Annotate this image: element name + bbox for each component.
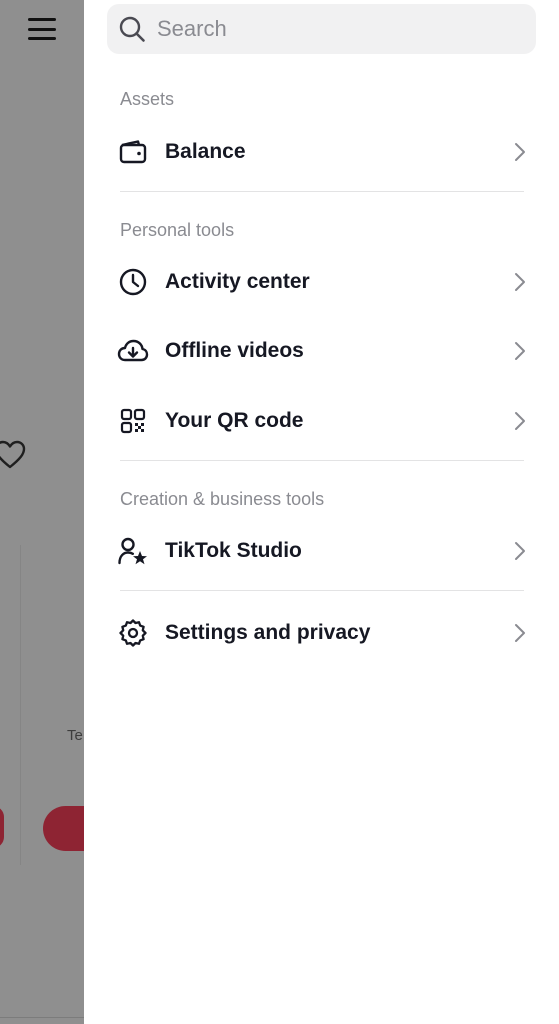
clock-icon — [116, 265, 150, 299]
wallet-icon — [116, 135, 150, 169]
follow-button-partial-right — [43, 806, 84, 851]
chevron-right-icon — [515, 412, 525, 430]
search-bar[interactable]: Search — [107, 4, 536, 54]
chevron-right-icon — [515, 624, 525, 642]
divider — [120, 590, 524, 591]
chevron-right-icon — [515, 273, 525, 291]
menu-item-label: Your QR code — [165, 409, 304, 432]
menu-item-label: TikTok Studio — [165, 539, 302, 562]
chevron-right-icon — [515, 342, 525, 360]
search-icon — [119, 16, 145, 42]
menu-item-balance[interactable]: Balance — [116, 127, 528, 177]
menu-item-label: Settings and privacy — [165, 621, 371, 644]
section-title-personal-tools: Personal tools — [120, 220, 235, 240]
menu-item-settings-and-privacy[interactable]: Settings and privacy — [116, 608, 528, 658]
side-drawer: Search Assets Balance Personal tools Act… — [84, 0, 559, 1024]
bottom-divider — [0, 1017, 84, 1018]
menu-item-activity-center[interactable]: Activity center — [116, 257, 528, 307]
menu-item-offline-videos[interactable]: Offline videos — [116, 326, 528, 376]
chevron-right-icon — [515, 542, 525, 560]
card-edge — [20, 545, 21, 865]
menu-item-tiktok-studio[interactable]: TikTok Studio — [116, 526, 528, 576]
partial-card-label: Te — [67, 727, 83, 744]
cloud-download-icon — [116, 334, 150, 368]
hamburger-menu-icon[interactable] — [28, 16, 58, 42]
divider — [120, 191, 524, 192]
background-overlay[interactable]: Te — [0, 0, 84, 1024]
follow-button-partial — [0, 806, 4, 848]
menu-item-label: Activity center — [165, 270, 310, 293]
section-title-assets: Assets — [120, 89, 175, 109]
user-star-icon — [116, 534, 150, 568]
menu-item-qr-code[interactable]: Your QR code — [116, 396, 528, 446]
menu-item-label: Offline videos — [165, 339, 304, 362]
heart-icon — [0, 440, 26, 469]
menu-item-label: Balance — [165, 140, 246, 163]
chevron-right-icon — [515, 143, 525, 161]
section-title-creation-business-tools: Creation & business tools — [120, 489, 325, 509]
search-placeholder: Search — [157, 16, 227, 41]
qr-code-icon — [116, 404, 150, 438]
gear-icon — [116, 616, 150, 650]
divider — [120, 460, 524, 461]
